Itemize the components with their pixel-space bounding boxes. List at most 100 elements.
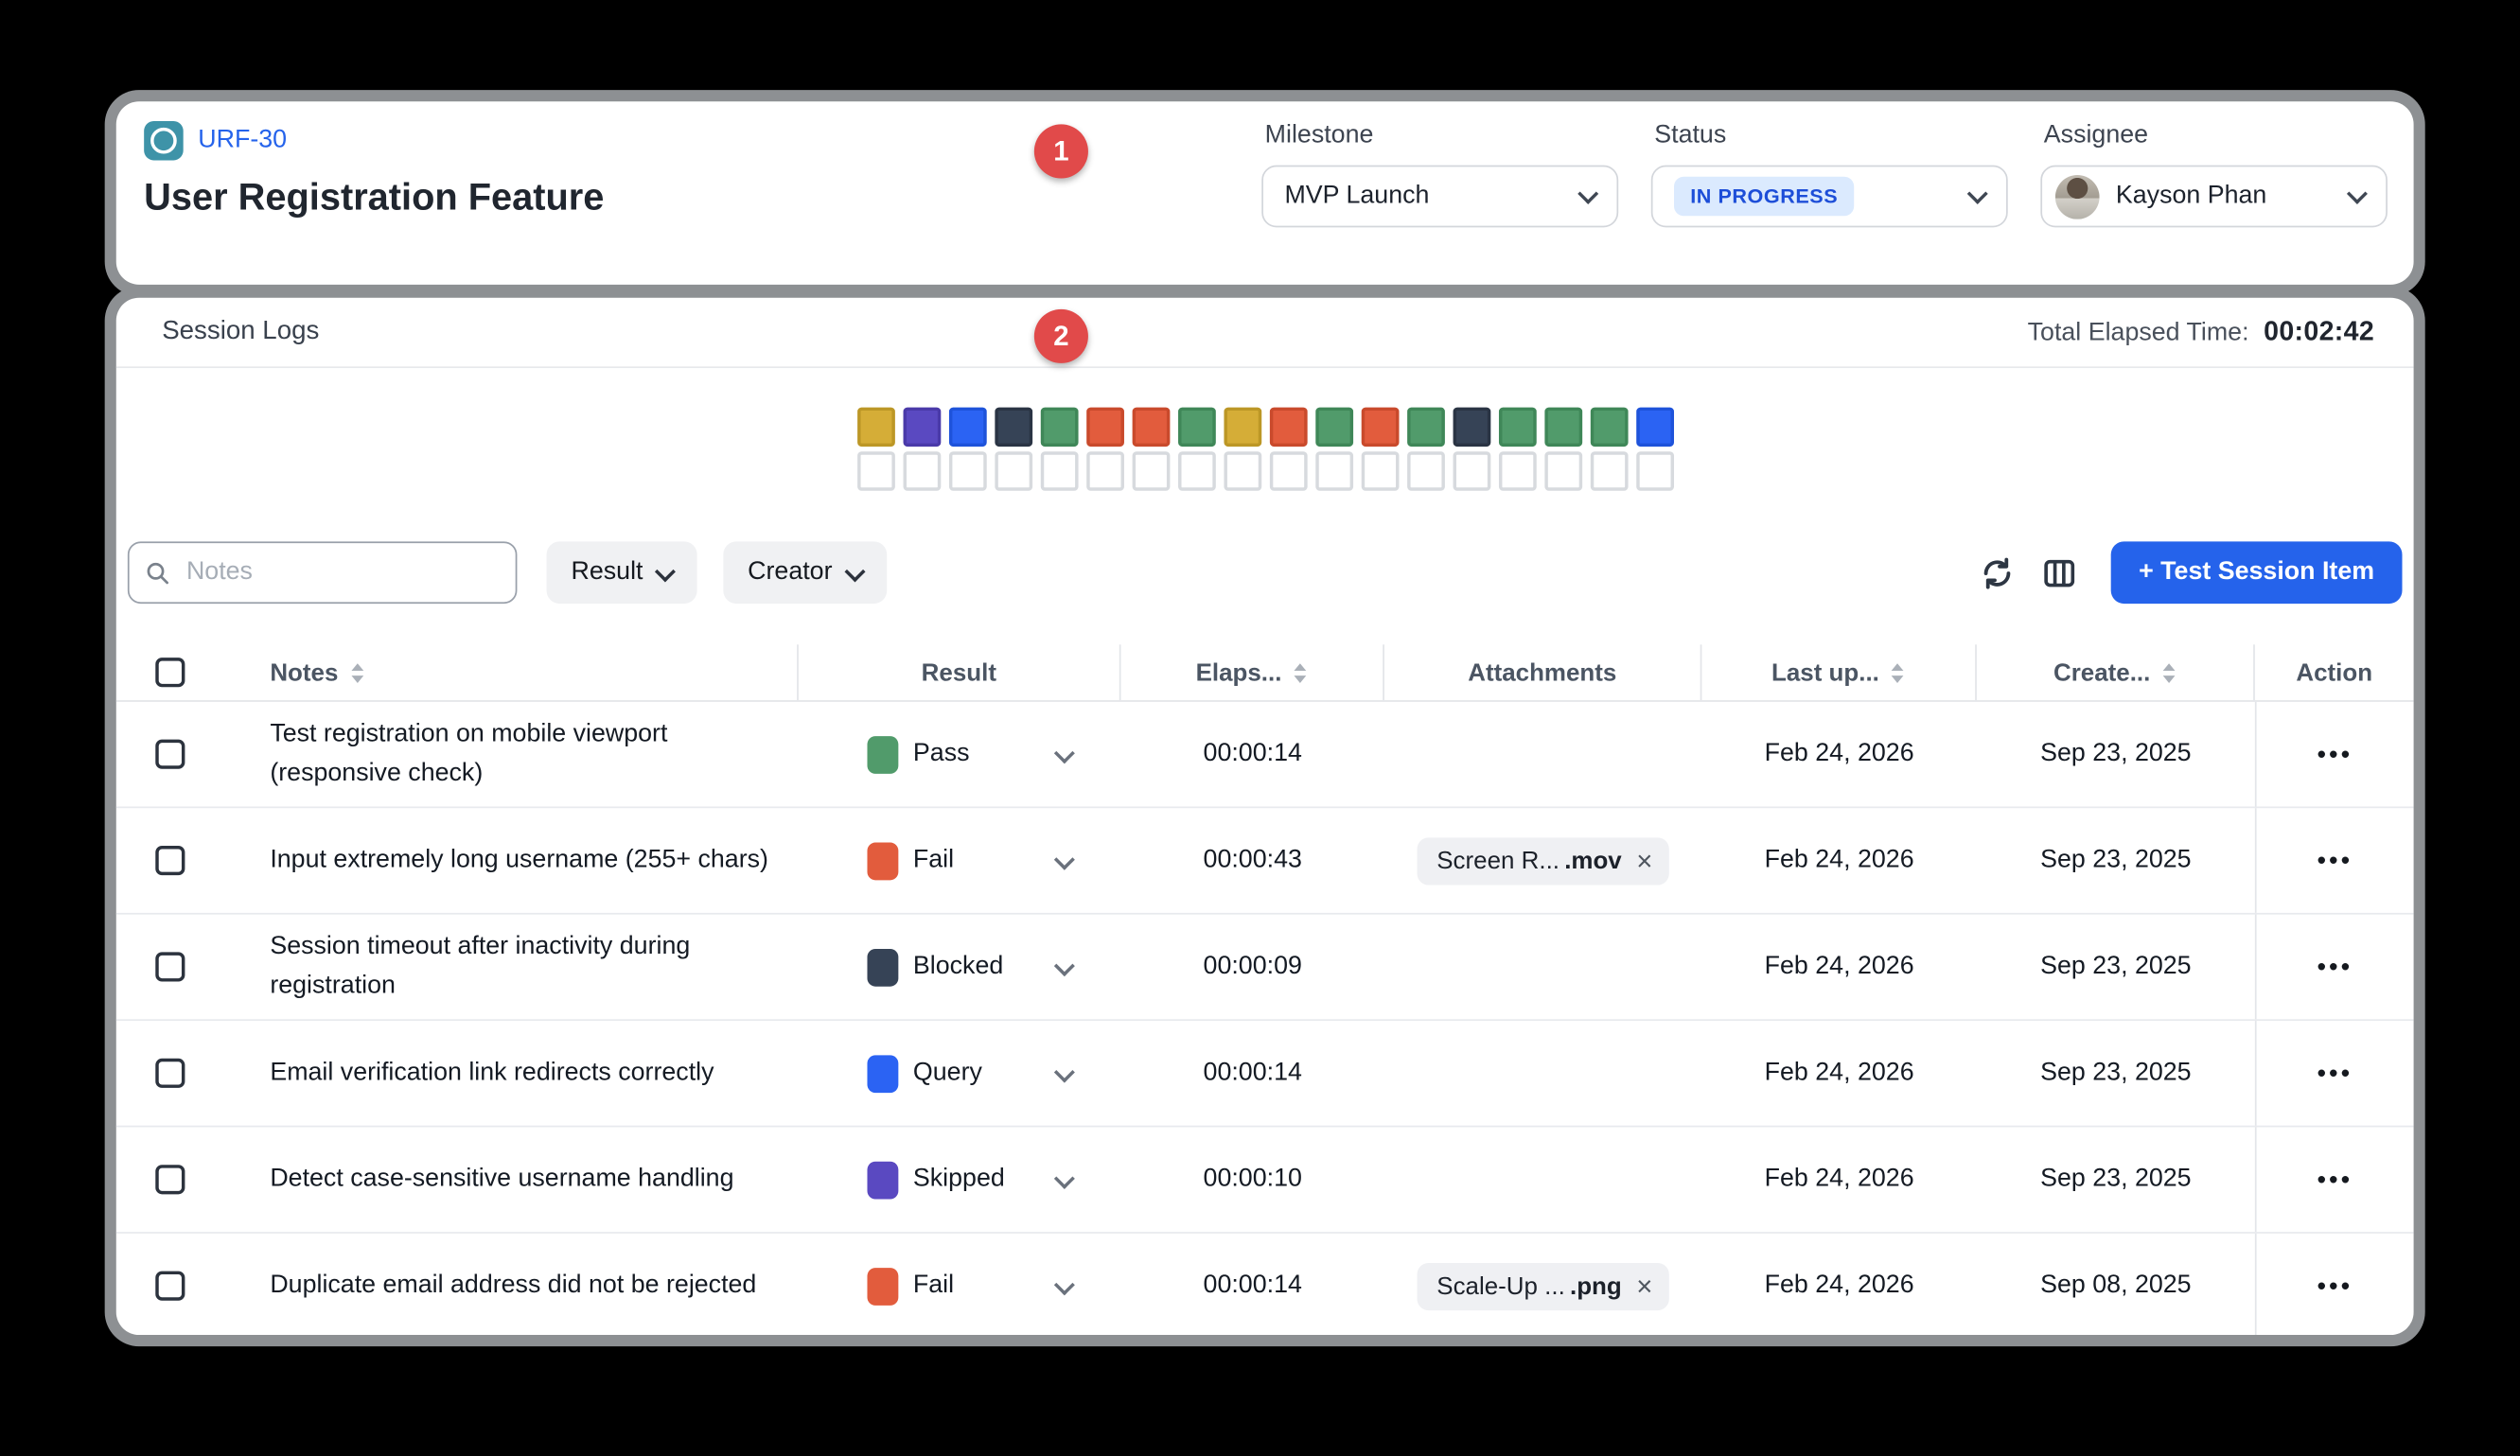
progress-square-empty[interactable] [948, 451, 986, 491]
progress-square-green[interactable] [1544, 408, 1582, 447]
result-select[interactable]: Skipped [799, 1127, 1121, 1232]
progress-square-navy[interactable] [1453, 408, 1490, 447]
row-actions-menu-button[interactable]: ••• [2317, 1272, 2353, 1299]
progress-square-empty[interactable] [1085, 451, 1123, 491]
table-header-row: Notes Result Elaps... Attachments Last u… [116, 644, 2414, 702]
columns-icon[interactable] [2040, 553, 2078, 591]
sort-icon[interactable] [1891, 661, 1906, 682]
elapsed-time-label: Total Elapsed Time: [2028, 318, 2249, 347]
progress-square-empty[interactable] [1453, 451, 1490, 491]
result-filter-button[interactable]: Result [547, 541, 697, 604]
progress-square-green[interactable] [1590, 408, 1628, 447]
progress-square-empty[interactable] [1635, 451, 1673, 491]
sort-icon[interactable] [1294, 661, 1309, 682]
result-select[interactable]: Blocked [799, 915, 1121, 1020]
row-checkbox[interactable] [155, 1272, 185, 1301]
attachment-chip[interactable]: Screen R... .mov × [1418, 836, 1669, 884]
row-checkbox[interactable] [155, 952, 185, 981]
column-header-result[interactable]: Result [922, 658, 996, 686]
progress-square-empty[interactable] [1224, 451, 1261, 491]
progress-square-empty[interactable] [1544, 451, 1582, 491]
column-header-elapsed[interactable]: Elaps... [1196, 658, 1282, 686]
progress-square-empty[interactable] [1406, 451, 1444, 491]
session-logs-header: Session Logs Total Elapsed Time: 00:02:4… [116, 298, 2414, 368]
row-actions-menu-button[interactable]: ••• [2317, 1166, 2353, 1193]
progress-square-empty[interactable] [1314, 451, 1352, 491]
progress-square-green[interactable] [1406, 408, 1444, 447]
table-body: Test registration on mobile viewport (re… [116, 702, 2414, 1335]
row-checkbox[interactable] [155, 846, 185, 875]
row-checkbox[interactable] [155, 1165, 185, 1194]
row-notes: Detect case-sensitive username handling [270, 1160, 793, 1200]
issue-key-link[interactable]: URF-30 [198, 126, 287, 155]
chevron-down-icon[interactable] [1054, 1061, 1075, 1082]
creator-filter-button[interactable]: Creator [723, 541, 886, 604]
progress-square-green[interactable] [1498, 408, 1536, 447]
sort-icon[interactable] [350, 661, 365, 682]
add-test-session-item-button[interactable]: + Test Session Item [2111, 541, 2403, 604]
sort-icon[interactable] [2161, 661, 2176, 682]
row-created: Sep 23, 2025 [1977, 1127, 2255, 1232]
progress-square-orange[interactable] [1361, 408, 1399, 447]
progress-square-empty[interactable] [1177, 451, 1215, 491]
attachment-chip[interactable]: Scale-Up ... .png × [1418, 1262, 1669, 1309]
progress-square-empty[interactable] [1132, 451, 1170, 491]
chevron-down-icon[interactable] [1054, 849, 1075, 869]
progress-square-empty[interactable] [995, 451, 1032, 491]
result-color-badge [867, 1267, 898, 1305]
progress-square-yellow[interactable] [1224, 408, 1261, 447]
remove-attachment-icon[interactable]: × [1636, 1272, 1652, 1299]
row-actions-menu-button[interactable]: ••• [2317, 1060, 2353, 1087]
progress-square-blue[interactable] [948, 408, 986, 447]
row-notes: Duplicate email address did not be rejec… [270, 1266, 793, 1306]
progress-square-yellow[interactable] [856, 408, 894, 447]
progress-square-empty[interactable] [1590, 451, 1628, 491]
progress-square-green[interactable] [1040, 408, 1078, 447]
chevron-down-icon[interactable] [1054, 742, 1075, 763]
row-created: Sep 23, 2025 [1977, 702, 2255, 807]
progress-square-green[interactable] [1314, 408, 1352, 447]
row-actions-menu-button[interactable]: ••• [2317, 740, 2353, 767]
progress-square-orange[interactable] [1269, 408, 1307, 447]
result-select[interactable]: Fail [799, 808, 1121, 913]
chevron-down-icon[interactable] [1054, 1167, 1075, 1188]
progress-square-empty[interactable] [1498, 451, 1536, 491]
progress-square-green[interactable] [1177, 408, 1215, 447]
column-header-notes[interactable]: Notes [270, 658, 338, 686]
progress-square-navy[interactable] [995, 408, 1032, 447]
assignee-select[interactable]: Kayson Phan [2040, 166, 2388, 228]
milestone-select[interactable]: MVP Launch [1261, 166, 1618, 228]
progress-square-orange[interactable] [1085, 408, 1123, 447]
result-select[interactable]: Pass [799, 702, 1121, 807]
status-select[interactable]: IN PROGRESS [1651, 166, 2008, 228]
progress-square-empty[interactable] [1269, 451, 1307, 491]
result-label: Skipped [913, 1165, 1005, 1194]
column-header-attachments[interactable]: Attachments [1468, 658, 1616, 686]
column-header-last-updated[interactable]: Last up... [1771, 658, 1879, 686]
select-all-checkbox[interactable] [155, 658, 185, 687]
result-select[interactable]: Query [799, 1021, 1121, 1126]
chevron-down-icon[interactable] [1054, 955, 1075, 975]
row-checkbox[interactable] [155, 1059, 185, 1088]
result-select[interactable]: Fail [799, 1234, 1121, 1335]
chevron-down-icon[interactable] [1054, 1273, 1075, 1294]
progress-square-purple[interactable] [903, 408, 941, 447]
progress-square-empty[interactable] [856, 451, 894, 491]
attachment-name: Scale-Up ... [1436, 1272, 1565, 1299]
row-actions-menu-button[interactable]: ••• [2317, 847, 2353, 874]
search-field[interactable] [128, 541, 518, 604]
refresh-icon[interactable] [1979, 553, 2017, 591]
creator-filter-label: Creator [748, 558, 832, 588]
progress-square-orange[interactable] [1132, 408, 1170, 447]
row-checkbox[interactable] [155, 740, 185, 769]
progress-square-empty[interactable] [1040, 451, 1078, 491]
column-header-created[interactable]: Create... [2053, 658, 2150, 686]
row-actions-menu-button[interactable]: ••• [2317, 953, 2353, 980]
chevron-down-icon [1967, 183, 1988, 203]
row-elapsed-time: 00:00:43 [1121, 808, 1384, 913]
remove-attachment-icon[interactable]: × [1636, 847, 1652, 874]
progress-square-empty[interactable] [903, 451, 941, 491]
progress-square-blue[interactable] [1635, 408, 1673, 447]
progress-square-empty[interactable] [1361, 451, 1399, 491]
search-input[interactable] [183, 556, 499, 589]
